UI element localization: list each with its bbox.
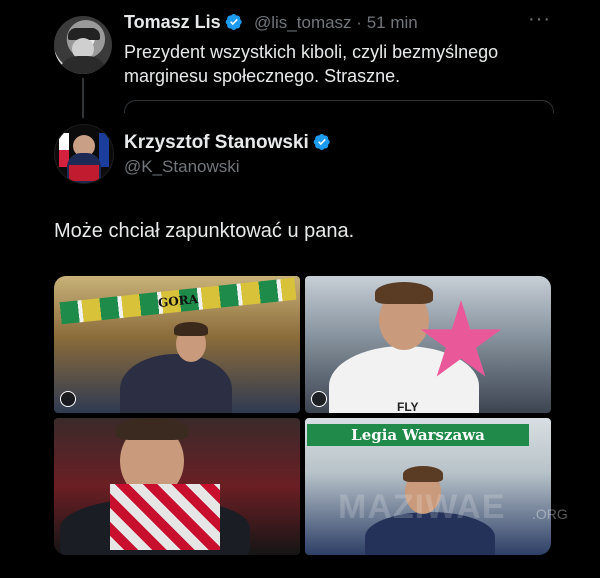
thread-connector-line [82, 78, 84, 118]
tweet2-text: Może chciał zapunktować u pana. [54, 220, 355, 242]
tweet-photo-1[interactable]: GORA [54, 276, 300, 413]
verified-badge-icon [313, 133, 330, 151]
media-overlay-icon [311, 391, 327, 407]
watermark-suffix: .ORG [532, 506, 568, 522]
verified-badge-icon [225, 13, 242, 31]
tweet2-author[interactable]: Krzysztof Stanowski [124, 132, 331, 154]
tweet1-meta: @lis_tomasz · 51 min [254, 13, 418, 33]
tweet1-text-line1: Prezydent wszystkich kiboli, czyli bezmy… [124, 42, 499, 62]
person-hair [375, 282, 433, 304]
tweet2-handle[interactable]: @K_Stanowski [124, 157, 240, 177]
media-overlay-icon [60, 391, 76, 407]
more-options-icon[interactable]: ··· [528, 8, 551, 31]
person-hair [174, 322, 208, 336]
tweet-photo-4[interactable]: Legia Warszawa [305, 418, 551, 555]
person-hair [116, 418, 188, 440]
tweet1-handle[interactable]: @lis_tomasz [254, 13, 352, 32]
avatar-tomasz-lis[interactable] [54, 16, 112, 74]
tweet-photo-3[interactable] [54, 418, 300, 555]
tweet1-text-line2: marginesu społecznego. Straszne. [124, 66, 401, 86]
scarf-legia: Legia Warszawa [307, 424, 529, 446]
tweet1-time[interactable]: 51 min [367, 13, 418, 32]
tweet1-author[interactable]: Tomasz Lis [124, 12, 243, 33]
watermark-text: MAZIWAE [338, 488, 506, 526]
jersey-text: FLY [397, 400, 419, 413]
avatar-shirt [58, 56, 108, 74]
quoted-card-border [124, 100, 554, 113]
meta-separator: · [356, 13, 362, 32]
avatar-krzysztof-stanowski[interactable] [54, 124, 114, 184]
tweet-photo-2[interactable]: FLY [305, 276, 551, 413]
scarf-green-yellow: GORA [59, 277, 297, 325]
person-hair [403, 466, 443, 482]
scarf-red-white [110, 484, 220, 550]
person-body [120, 354, 232, 413]
tweet1-text: Prezydent wszystkich kiboli, czyli bezmy… [124, 40, 564, 88]
tweet2-display-name[interactable]: Krzysztof Stanowski [124, 132, 309, 153]
tweet1-display-name[interactable]: Tomasz Lis [124, 12, 221, 32]
avatar-flag-eu [99, 133, 109, 167]
avatar-podium [69, 165, 99, 181]
